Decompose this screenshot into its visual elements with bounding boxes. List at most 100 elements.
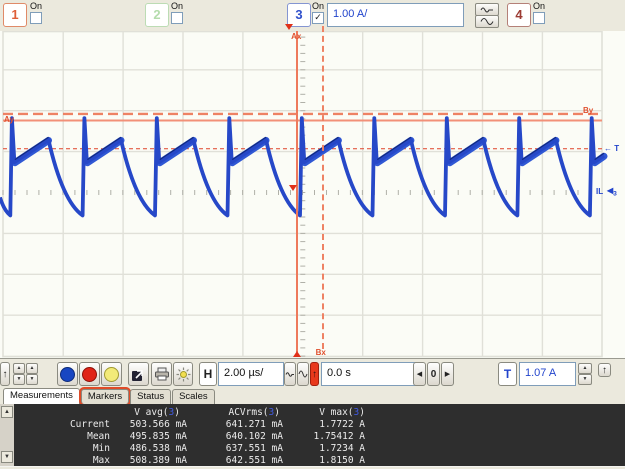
step-down-icon[interactable]: ▼: [26, 374, 38, 385]
trigger-up-button[interactable]: ↑: [598, 363, 611, 377]
ax-cursor-line[interactable]: [296, 31, 299, 352]
waveform-display: [0, 31, 625, 358]
marker-color-red-button[interactable]: [79, 362, 100, 386]
pan-right-button[interactable]: ▶: [441, 362, 454, 386]
channel-3-on-label: On: [312, 1, 325, 11]
ax-cursor-handle[interactable]: [293, 351, 302, 357]
column-header-acvrms: ACVrms(3): [228, 407, 280, 418]
step-up-icon[interactable]: ▲: [13, 363, 25, 374]
trigger-level-stepper[interactable]: ▲ ▼: [578, 363, 592, 385]
channel-3-reference-marker[interactable]: ◀3: [607, 186, 617, 198]
cell-vavg: 503.566 mA: [129, 419, 187, 430]
cell-acvrms: 637.551 mA: [225, 443, 283, 454]
bx-cursor-label[interactable]: Bx: [316, 348, 326, 357]
step-down-icon[interactable]: ▼: [13, 374, 25, 385]
trigger-level-field[interactable]: 1.07 A: [519, 362, 576, 386]
printer-icon: [154, 367, 170, 381]
cell-vmax: 1.75412 A: [313, 431, 365, 442]
step-up-icon[interactable]: ▲: [26, 363, 38, 374]
header-spacer: [14, 407, 110, 418]
tab-scales[interactable]: Scales: [172, 389, 215, 404]
channel-2-on-group: On: [171, 1, 183, 24]
up-arrow-icon: ↑: [312, 368, 317, 380]
table-row: Max 508.389 mA 642.551 mA 1.8150 A: [14, 455, 414, 466]
pan-up-button[interactable]: ↑: [0, 362, 10, 386]
row-label: Current: [69, 419, 110, 430]
table-header-row: V avg(3) ACVrms(3) V max(3): [14, 407, 414, 418]
channel-1-on-label: On: [30, 1, 43, 11]
small-wave-icon: [285, 370, 295, 379]
channel-4-on-group: On: [533, 1, 545, 24]
trigger-delay-field[interactable]: 0.0 s: [321, 362, 416, 386]
trigger-position-marker[interactable]: [285, 24, 293, 30]
trigger-letter: T: [614, 143, 620, 153]
scale-down-button[interactable]: [475, 15, 499, 28]
vertical-scale-stepper[interactable]: ▲ ▼: [26, 363, 38, 385]
display-brightness-button[interactable]: [173, 362, 193, 386]
zero-delay-button[interactable]: 0: [427, 362, 440, 386]
large-wave-icon: [298, 369, 308, 379]
ax-cursor-label[interactable]: Ax: [291, 32, 301, 41]
marker-color-yellow-button[interactable]: [101, 362, 122, 386]
tab-measurements[interactable]: Measurements: [3, 388, 80, 404]
red-circle-icon: [82, 366, 97, 382]
channel-3-on-checkbox[interactable]: ✓: [312, 12, 324, 24]
channel-3-reference-number: 3: [613, 190, 617, 198]
timebase-field[interactable]: 2.00 µs/: [218, 362, 284, 386]
cell-vavg: 495.835 mA: [129, 431, 187, 442]
channel-4-on-checkbox[interactable]: [533, 12, 545, 24]
table-row: Current 503.566 mA 641.271 mA 1.7722 A: [14, 419, 414, 430]
timebase-zoom-in-button[interactable]: [297, 362, 309, 386]
measurements-scrollbar[interactable]: ▲ ▼: [0, 404, 14, 466]
measurements-panel: ▲ ▼ V avg(3) ACVrms(3) V max(3) Current …: [0, 404, 625, 467]
bx-cursor-line[interactable]: [321, 26, 324, 349]
cell-acvrms: 641.271 mA: [225, 419, 283, 430]
channel-3-scale-field[interactable]: 1.00 A/: [327, 3, 464, 27]
tab-markers[interactable]: Markers: [80, 389, 130, 404]
left-arrow-icon: ←: [604, 143, 612, 153]
cell-vavg: 508.389 mA: [129, 455, 187, 466]
scroll-down-button[interactable]: ▼: [1, 451, 13, 463]
column-header-vavg: V avg(3): [134, 407, 180, 418]
timebase-zoom-out-button[interactable]: [284, 362, 296, 386]
pan-left-button[interactable]: ◀: [413, 362, 426, 386]
step-down-icon[interactable]: ▼: [578, 374, 592, 385]
left-pointer-icon: ◀: [416, 371, 423, 378]
row-label: Mean: [87, 431, 110, 442]
scroll-up-button[interactable]: ▲: [1, 406, 13, 418]
trigger-level-label[interactable]: ← T: [604, 144, 619, 153]
step-up-icon[interactable]: ▲: [578, 363, 592, 374]
channel-2-button[interactable]: 2: [145, 3, 169, 27]
yellow-circle-icon: [104, 366, 119, 382]
channel-1-on-checkbox[interactable]: [30, 12, 42, 24]
channel-2-on-label: On: [171, 1, 184, 11]
channel-2-on-checkbox[interactable]: [171, 12, 183, 24]
horizontal-toolbar: ↑ ▲ ▼ ▲ ▼ H 2.00 µs/ ↑ 0.0 s ◀ 0 ▶ T 1.0…: [0, 358, 625, 390]
channel-4-on-label: On: [533, 1, 546, 11]
right-pointer-icon: ▶: [444, 371, 451, 378]
export-button[interactable]: [128, 362, 149, 386]
vertical-position-stepper[interactable]: ▲ ▼: [13, 363, 25, 385]
tab-status[interactable]: Status: [130, 389, 172, 404]
results-tabbar: Measurements Markers Status Scales: [0, 388, 625, 404]
by-cursor-label[interactable]: By: [583, 106, 593, 115]
channel-3-on-group: On ✓: [312, 1, 324, 24]
column-header-vmax: V max(3): [319, 407, 365, 418]
large-wave-icon: [480, 17, 494, 26]
print-button[interactable]: [151, 362, 172, 386]
row-label: Min: [92, 443, 110, 454]
trigger-menu-button[interactable]: T: [498, 362, 517, 386]
table-row: Mean 495.835 mA 640.102 mA 1.75412 A: [14, 431, 414, 442]
row-label: Max: [92, 455, 110, 466]
channel-1-button[interactable]: 1: [3, 3, 27, 27]
marker-color-blue-button[interactable]: [57, 362, 78, 386]
check-icon: ✓: [314, 12, 322, 22]
ay-cursor-label[interactable]: Ay: [4, 115, 14, 124]
up-arrow-icon: ↑: [602, 364, 607, 376]
trigger-point-marker: [289, 185, 298, 191]
channel-toolbar: 1 On 2 On 3 On ✓ 1.00 A/ 4 On: [0, 0, 625, 32]
up-arrow-icon: ↑: [2, 368, 8, 380]
channel-4-button[interactable]: 4: [507, 3, 531, 27]
cell-vmax: 1.8150 A: [319, 455, 365, 466]
horizontal-menu-button[interactable]: H: [199, 362, 217, 386]
